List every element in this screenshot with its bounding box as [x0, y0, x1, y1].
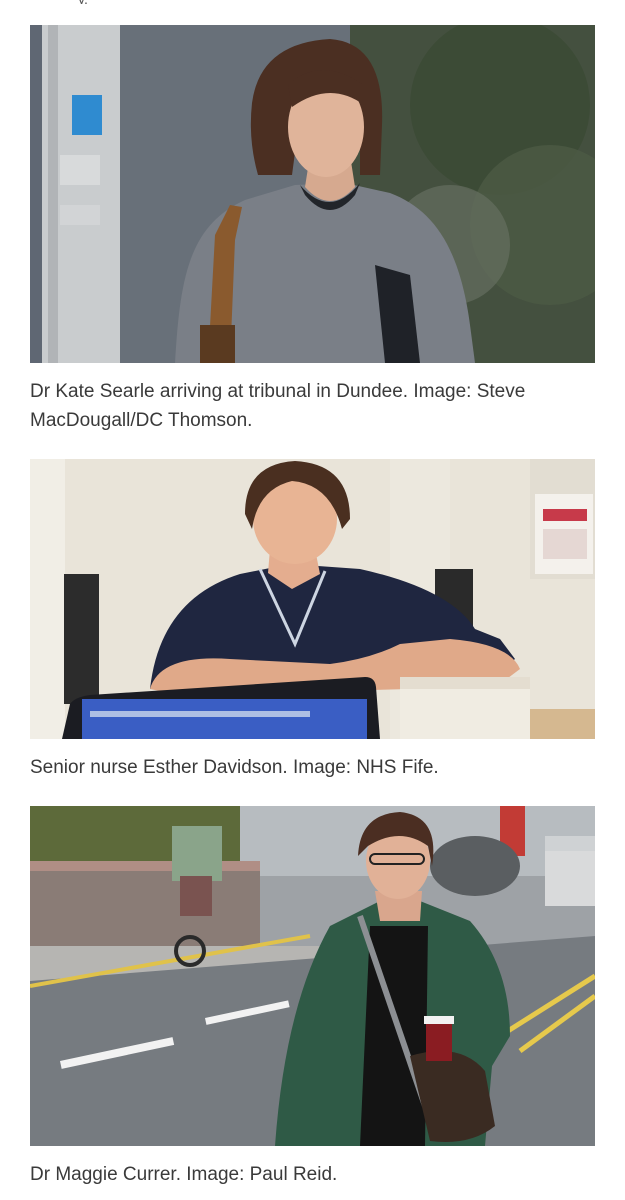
- figure-kate-searle: Dr Kate Searle arriving at tribunal in D…: [30, 25, 595, 435]
- figure-maggie-currer: Dr Maggie Currer. Image: Paul Reid.: [30, 806, 595, 1189]
- photo-esther-davidson: [30, 459, 595, 739]
- caption-maggie-currer: Dr Maggie Currer. Image: Paul Reid.: [30, 1164, 338, 1185]
- previous-text-fragment: y,: [78, 0, 138, 4]
- caption-esther-davidson: Senior nurse Esther Davidson. Image: NHS…: [30, 757, 439, 778]
- caption-kate-searle: Dr Kate Searle arriving at tribunal in D…: [30, 381, 526, 431]
- figure-esther-davidson: Senior nurse Esther Davidson. Image: NHS…: [30, 459, 595, 782]
- photo-maggie-currer: [30, 806, 595, 1146]
- photo-kate-searle: [30, 25, 595, 363]
